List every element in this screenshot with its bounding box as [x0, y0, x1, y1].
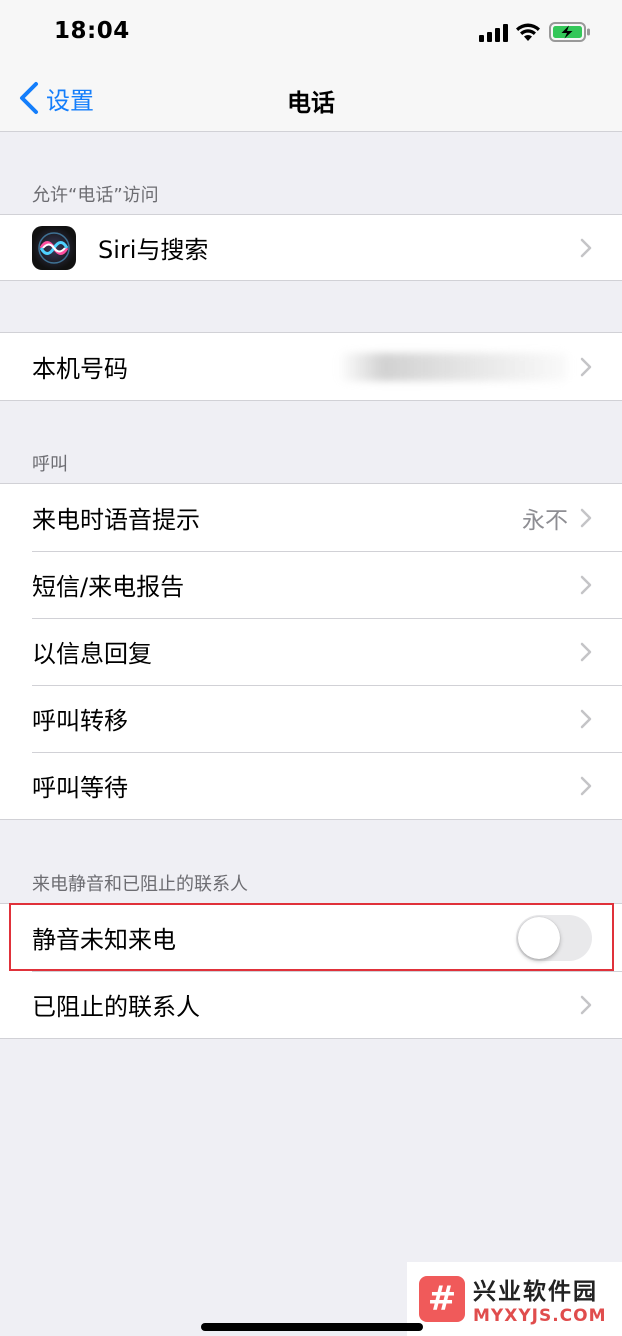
- respond-with-text-label: 以信息回复: [32, 640, 152, 668]
- chevron-right-icon: [580, 642, 592, 661]
- chevron-right-icon: [580, 575, 592, 594]
- battery-charging-icon: [549, 22, 590, 42]
- redacted-phone-number: [338, 352, 568, 381]
- row-siri-search[interactable]: Siri与搜索: [0, 215, 622, 280]
- chevron-right-icon: [580, 357, 592, 376]
- group-my-number: 本机号码: [0, 332, 622, 401]
- chevron-right-icon: [580, 508, 592, 527]
- chevron-right-icon: [580, 709, 592, 728]
- chevron-right-icon: [580, 776, 592, 795]
- navigation-bar: 设置 电话: [0, 66, 622, 132]
- section-header-allow-access: 允许“电话”访问: [32, 185, 159, 206]
- cellular-signal-icon: [479, 24, 509, 42]
- row-call-waiting[interactable]: 呼叫等待: [0, 752, 622, 819]
- watermark-url: MYXYJS.COM: [473, 1306, 607, 1326]
- section-header-silence-blocking: 来电静音和已阻止的联系人: [32, 874, 248, 895]
- call-forwarding-label: 呼叫转移: [32, 707, 128, 735]
- status-time: 18:04: [54, 18, 130, 44]
- page-title: 电话: [287, 89, 335, 117]
- row-call-forwarding[interactable]: 呼叫转移: [0, 685, 622, 752]
- toggle-knob: [518, 916, 560, 959]
- row-my-number[interactable]: 本机号码: [0, 333, 622, 400]
- my-number-label: 本机号码: [32, 355, 128, 383]
- silence-unknown-callers-label: 静音未知来电: [32, 926, 176, 954]
- silence-unknown-callers-toggle[interactable]: [516, 914, 592, 961]
- watermark: # 兴业软件园 MYXYJS.COM: [407, 1262, 622, 1336]
- row-sms-call-reporting[interactable]: 短信/来电报告: [0, 551, 622, 618]
- group-silence-blocking: 静音未知来电 已阻止的联系人: [0, 903, 622, 1039]
- chevron-right-icon: [580, 238, 592, 257]
- siri-search-label: Siri与搜索: [98, 236, 209, 264]
- row-respond-with-text[interactable]: 以信息回复: [0, 618, 622, 685]
- announce-calls-label: 来电时语音提示: [32, 506, 200, 534]
- watermark-name: 兴业软件园: [473, 1279, 598, 1305]
- sms-call-reporting-label: 短信/来电报告: [32, 573, 185, 601]
- home-indicator[interactable]: [201, 1323, 423, 1331]
- announce-calls-value: 永不: [522, 507, 568, 534]
- status-bar: 18:04: [0, 0, 622, 66]
- wifi-icon: [516, 23, 540, 41]
- call-waiting-label: 呼叫等待: [32, 774, 128, 802]
- blocked-contacts-label: 已阻止的联系人: [32, 993, 200, 1021]
- section-header-calls: 呼叫: [32, 454, 68, 475]
- row-announce-calls[interactable]: 来电时语音提示 永不: [0, 484, 622, 551]
- watermark-logo: #: [419, 1276, 465, 1322]
- group-calls: 来电时语音提示 永不 短信/来电报告 以信息回复 呼叫转移 呼叫等待: [0, 483, 622, 820]
- group-allow-access: Siri与搜索: [0, 214, 622, 281]
- chevron-right-icon: [580, 995, 592, 1014]
- siri-icon: [32, 225, 76, 270]
- row-silence-unknown-callers: 静音未知来电: [0, 904, 622, 971]
- row-blocked-contacts[interactable]: 已阻止的联系人: [0, 971, 622, 1038]
